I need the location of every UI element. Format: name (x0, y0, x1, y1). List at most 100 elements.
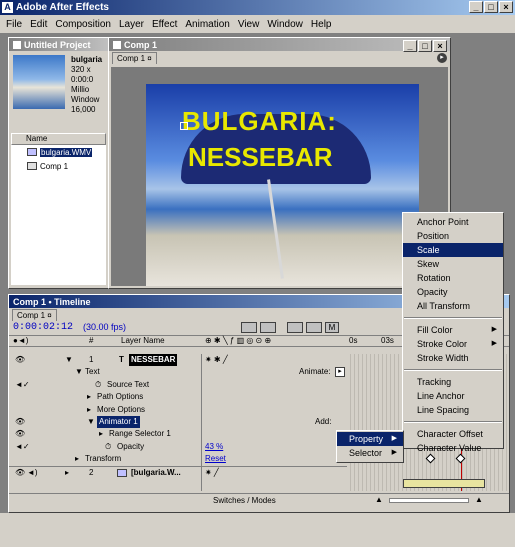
transform-row[interactable]: ▸ Transform Reset (9, 453, 347, 465)
maximize-button[interactable]: □ (484, 1, 498, 13)
opacity-value[interactable]: 43 % (205, 441, 223, 453)
menu-help[interactable]: Help (311, 19, 332, 30)
twirl-down-icon[interactable]: ▼ (65, 354, 73, 366)
keyframe-diamond-icon[interactable] (425, 453, 436, 464)
menu-window[interactable]: Window (267, 19, 303, 30)
frame-blend-button-icon[interactable] (287, 322, 303, 333)
opacity-row[interactable]: ◄✓ ⏱ Opacity 43 % (9, 441, 347, 453)
minimize-button[interactable]: _ (469, 1, 483, 13)
layer-switch-icons[interactable]: ✷ ✱ ╱ (205, 354, 228, 366)
zoom-slider[interactable] (389, 498, 469, 503)
animator-row[interactable]: 👁 ▼ Animator 1 Add: (9, 415, 347, 428)
animate-menu-button[interactable]: ▸ (335, 367, 345, 378)
twirl-right-icon[interactable]: ▸ (75, 453, 79, 465)
tab-close-icon[interactable]: ¤ (147, 54, 151, 63)
twirl-down-icon[interactable]: ▼ (75, 366, 83, 378)
layer-name-header[interactable]: Layer Name (121, 336, 165, 346)
submenu-arrow-icon: ▶ (391, 449, 397, 456)
layer-name[interactable]: NESSEBAR (129, 354, 178, 366)
menu-item-character-offset[interactable]: Character Offset (403, 427, 503, 441)
menu-layer[interactable]: Layer (119, 19, 144, 30)
animator-label[interactable]: Animator 1 (97, 415, 140, 428)
twirl-down-icon[interactable]: ▼ (87, 416, 95, 428)
menu-item-character-value[interactable]: Character Value (403, 441, 503, 455)
menu-effect[interactable]: Effect (152, 19, 177, 30)
menu-item-line-spacing[interactable]: Line Spacing (403, 403, 503, 417)
menu-composition[interactable]: Composition (55, 19, 111, 30)
range-selector-row[interactable]: 👁 ▸ Range Selector 1 (9, 428, 347, 440)
project-column-header[interactable]: Name (11, 133, 106, 145)
timecode-display[interactable]: 0:00:02:12 (13, 322, 73, 333)
menu-item-fill-color[interactable]: Fill Color ▶ (403, 323, 503, 337)
menu-item-scale[interactable]: Scale (403, 243, 503, 257)
add-submenu: Property ▶ Selector ▶ (336, 430, 404, 463)
visibility-eye-icon[interactable]: 👁 (15, 428, 25, 440)
menu-item-selector[interactable]: Selector ▶ (337, 446, 403, 460)
more-options-row[interactable]: ▸ More Options (9, 404, 347, 416)
layer-duration-bar[interactable] (403, 479, 485, 488)
menu-item-skew[interactable]: Skew (403, 257, 503, 271)
text-anchor-point[interactable] (180, 122, 188, 130)
zoom-out-icon[interactable]: ▲ (375, 495, 383, 504)
source-text-label: Source Text (107, 379, 150, 389)
composition-icon (27, 162, 37, 170)
comp-text-line2[interactable]: NESSEBAR (188, 142, 332, 173)
visibility-eye-icon[interactable]: 👁 (15, 467, 25, 479)
reset-link[interactable]: Reset (205, 453, 226, 465)
text-group-row[interactable]: ▼ Text Animate: ▸ (9, 366, 347, 378)
menu-item-anchor-point[interactable]: Anchor Point (403, 215, 503, 229)
comp-viewer-image[interactable]: BULGARIA: NESSEBAR (146, 84, 419, 286)
comp-button-icon[interactable] (241, 322, 257, 333)
path-options-row[interactable]: ▸ Path Options (9, 391, 347, 403)
menu-file[interactable]: File (6, 19, 22, 30)
stopwatch-icon[interactable]: ⏱ (105, 441, 111, 453)
menu-item-stroke-width[interactable]: Stroke Width (403, 351, 503, 365)
keyframe-nav-icon[interactable]: ◄✓ (15, 441, 30, 453)
layer-name[interactable]: [bulgaria.W... (131, 467, 181, 479)
twirl-right-icon[interactable]: ▸ (65, 467, 69, 479)
motion-blur-button-icon[interactable] (306, 322, 322, 333)
visibility-eye-icon[interactable]: 👁 (15, 354, 25, 366)
menu-view[interactable]: View (238, 19, 260, 30)
menu-item-property[interactable]: Property ▶ (337, 432, 403, 446)
menu-item-rotation[interactable]: Rotation (403, 271, 503, 285)
twirl-right-icon[interactable]: ▸ (99, 428, 103, 440)
panel-menu-arrow-icon[interactable]: ▸ (437, 53, 447, 63)
menu-bar: File Edit Composition Layer Effect Anima… (0, 16, 515, 32)
menu-item-tracking[interactable]: Tracking (403, 375, 503, 389)
project-panel: Untitled Project bulgaria 320 x 0:00:0 M… (8, 37, 109, 289)
layer-row-2[interactable]: 👁 ◄) ▸ 2 [bulgaria.W... ✷ ╱ (9, 465, 347, 479)
list-item[interactable]: Comp 1 (11, 159, 106, 173)
switches-modes-toggle[interactable]: Switches / Modes (213, 496, 276, 505)
menu-item-all-transform[interactable]: All Transform (403, 299, 503, 313)
list-item[interactable]: bulgaria.WMV (11, 145, 106, 159)
tab-comp-1[interactable]: Comp 1 ¤ (112, 52, 157, 64)
graph-button-icon[interactable]: M (325, 322, 339, 333)
close-button[interactable]: × (499, 1, 513, 13)
tab-timeline-comp-1[interactable]: Comp 1 ¤ (12, 309, 57, 321)
visibility-eye-icon[interactable]: 👁 (15, 416, 25, 428)
menu-item-line-anchor[interactable]: Line Anchor (403, 389, 503, 403)
menu-item-opacity[interactable]: Opacity (403, 285, 503, 299)
menu-item-position[interactable]: Position (403, 229, 503, 243)
project-titlebar: Untitled Project (9, 38, 108, 51)
keyframe-nav-icon[interactable]: ◄✓ (15, 379, 30, 391)
shy-button-icon[interactable] (260, 322, 276, 333)
menu-item-stroke-color[interactable]: Stroke Color ▶ (403, 337, 503, 351)
menu-animation[interactable]: Animation (185, 19, 229, 30)
stopwatch-icon[interactable]: ⏱ (95, 379, 101, 391)
footage-info-line: 16,000 (71, 105, 96, 114)
layer-switch-icons[interactable]: ✷ ╱ (205, 467, 219, 479)
comp-text-line1[interactable]: BULGARIA: (182, 106, 337, 137)
zoom-in-icon[interactable]: ▲ (475, 495, 483, 504)
audio-speaker-icon[interactable]: ◄) (27, 467, 38, 479)
source-text-row[interactable]: ◄✓ ⏱ Source Text (9, 379, 347, 391)
menu-edit[interactable]: Edit (30, 19, 47, 30)
keyframe-diamond-icon[interactable] (455, 453, 466, 464)
tab-close-icon[interactable]: ¤ (47, 311, 51, 320)
layer-row-1[interactable]: 👁 ▼ 1 T NESSEBAR ✷ ✱ ╱ (9, 354, 347, 366)
twirl-right-icon[interactable]: ▸ (87, 404, 91, 416)
opacity-label: Opacity (117, 441, 145, 451)
twirl-right-icon[interactable]: ▸ (87, 391, 91, 403)
comp-tab-bar: Comp 1 ¤ ▸ (109, 51, 450, 65)
